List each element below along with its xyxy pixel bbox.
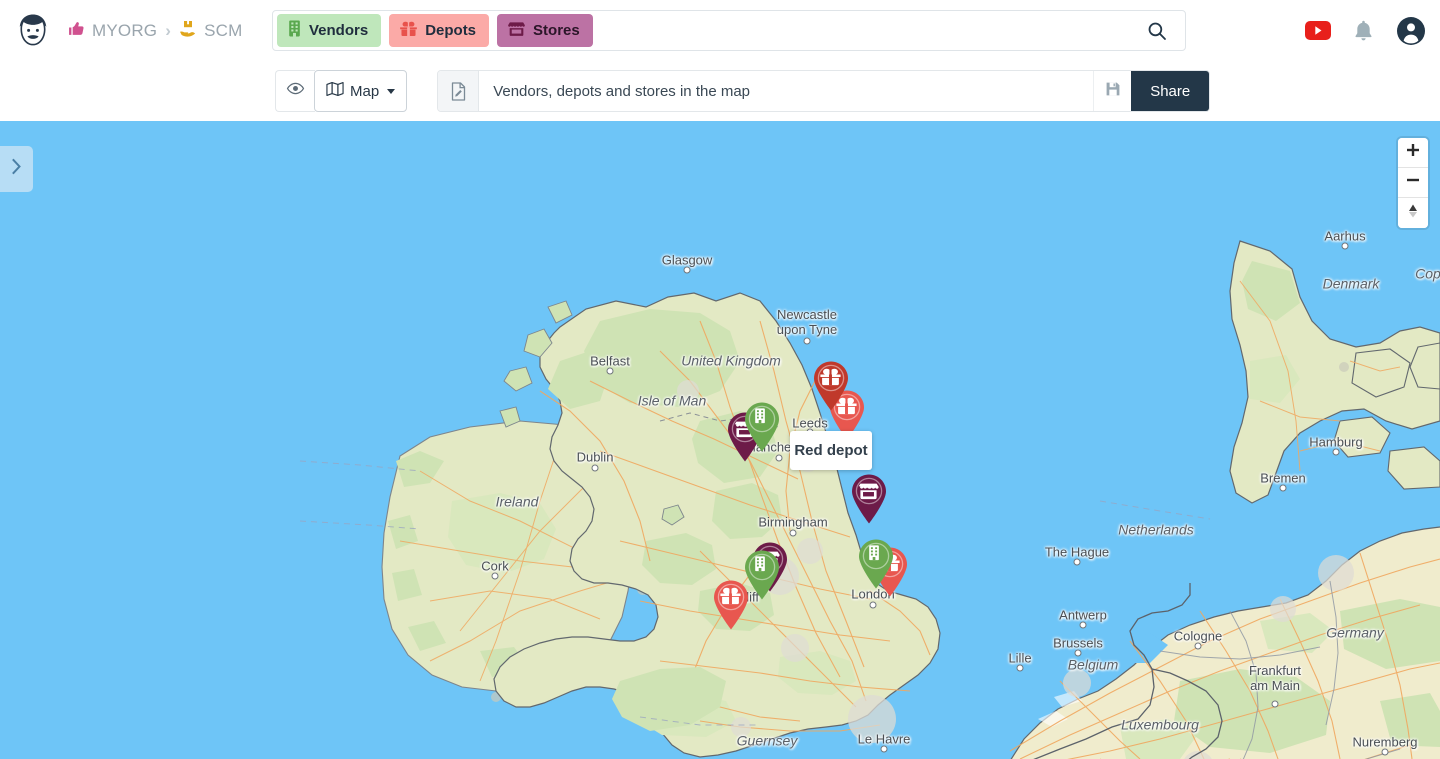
building-icon <box>287 20 302 41</box>
store-marker[interactable] <box>849 472 889 524</box>
header-actions <box>1305 0 1426 61</box>
save-button[interactable] <box>1093 71 1132 111</box>
map-icon <box>326 81 344 101</box>
youtube-icon[interactable] <box>1305 21 1331 40</box>
open-box-icon <box>399 21 418 41</box>
preview-toggle-button[interactable] <box>275 70 315 112</box>
vendor-marker[interactable] <box>856 537 896 589</box>
document-edit-icon[interactable] <box>438 71 480 111</box>
reset-bearing-button[interactable] <box>1398 198 1428 228</box>
floppy-save-icon <box>1105 81 1121 102</box>
tab-stores[interactable]: Stores <box>497 14 593 47</box>
chevron-down-icon <box>387 88 396 94</box>
map-canvas[interactable]: Glasgow Newcastle upon Tyne Belfast Leeds Ma… <box>0 121 1440 759</box>
entity-tabs: Vendors Depots Stores <box>273 14 593 47</box>
plus-icon <box>1406 143 1420 162</box>
breadcrumb-item-myorg[interactable]: MYORG <box>68 20 157 42</box>
share-button-label: Share <box>1150 82 1191 100</box>
breadcrumb-separator: › <box>165 20 172 40</box>
zoom-in-button[interactable] <box>1398 138 1428 168</box>
storefront-icon <box>507 21 526 41</box>
bell-icon[interactable] <box>1353 19 1374 42</box>
depot-marker[interactable] <box>811 359 851 411</box>
sidebar-expand-button[interactable] <box>0 146 33 192</box>
view-toolbar: Map Vendors, depots and stores in the ma… <box>0 61 1440 121</box>
hand-holding-box-icon <box>179 20 197 42</box>
zoom-out-button[interactable] <box>1398 168 1428 198</box>
account-circle-icon[interactable] <box>1396 16 1426 46</box>
marker-tooltip-text: Red depot <box>794 442 868 459</box>
map-controls <box>1398 138 1428 228</box>
marker-tooltip: Red depot <box>790 431 872 470</box>
breadcrumb-label: SCM <box>204 20 243 40</box>
thumbs-up-icon <box>68 20 85 42</box>
breadcrumb-item-scm[interactable]: SCM <box>179 20 242 42</box>
vendor-marker[interactable] <box>742 400 782 452</box>
title-field-group: Share <box>437 70 1211 112</box>
minus-icon <box>1406 173 1420 192</box>
tab-label: Depots <box>425 22 477 39</box>
view-type-dropdown[interactable]: Map <box>314 70 408 112</box>
eye-icon <box>286 79 305 103</box>
vendor-marker[interactable] <box>742 548 782 600</box>
search-icon[interactable] <box>1147 21 1167 41</box>
breadcrumb-label: MYORG <box>92 20 158 40</box>
global-search-bar: Vendors Depots Stores <box>272 10 1186 51</box>
breadcrumb: MYORG › SCM <box>68 20 243 42</box>
tab-label: Vendors <box>309 22 369 39</box>
tab-depots[interactable]: Depots <box>389 14 490 47</box>
chevron-right-icon <box>10 158 23 180</box>
view-type-label: Map <box>350 82 380 100</box>
user-face-avatar-icon[interactable] <box>14 12 52 50</box>
tab-vendors[interactable]: Vendors <box>277 14 382 47</box>
share-button[interactable]: Share <box>1131 71 1210 111</box>
compass-icon <box>1406 203 1420 224</box>
tab-label: Stores <box>533 22 580 39</box>
view-title-input[interactable] <box>479 71 1094 111</box>
top-header: MYORG › SCM Vendors Depots Stores <box>0 0 1440 61</box>
